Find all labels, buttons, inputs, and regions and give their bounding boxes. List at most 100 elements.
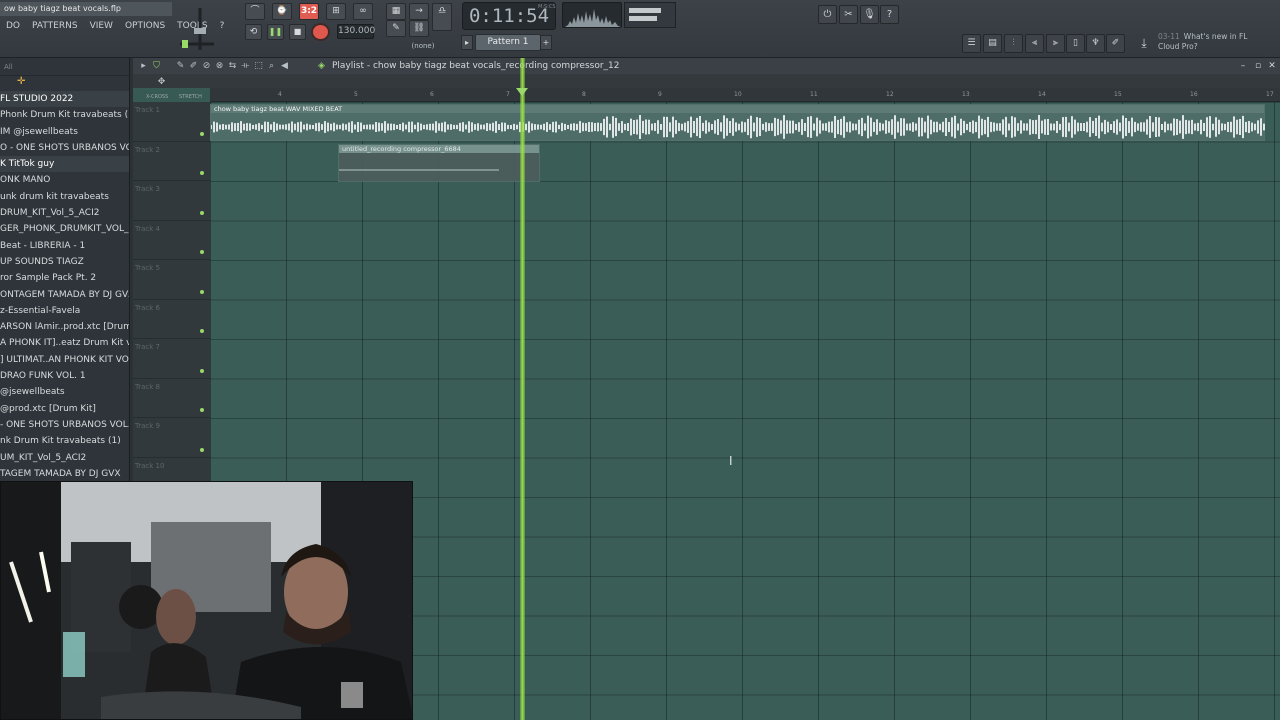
slip-icon[interactable]: ⇆ <box>226 59 239 73</box>
track-header[interactable]: Track 9 <box>133 418 210 458</box>
metronome-icon[interactable]: ⌒ <box>245 3 265 20</box>
pencil-icon[interactable]: ✎ <box>174 59 187 73</box>
pattern-selector[interactable]: Pattern 1 <box>475 34 541 51</box>
track-mute-led[interactable] <box>200 171 204 175</box>
browser-item[interactable]: DRUM_KIT_Vol_5_ACI2 <box>0 205 129 221</box>
select-icon[interactable]: ⬚ <box>252 59 265 73</box>
channel-rack-icon[interactable]: ▤ <box>983 34 1002 53</box>
browser-item[interactable]: IM @jsewellbeats <box>0 124 129 140</box>
browser-item[interactable]: unk drum kit travabeats <box>0 189 129 205</box>
countdown-icon[interactable]: ⌚ <box>272 3 292 20</box>
browser-item[interactable]: O - ONE SHOTS URBANOS VOL. 2 <box>0 140 129 156</box>
track-header[interactable]: Track 8 <box>133 379 210 418</box>
none-selector[interactable]: (none) <box>408 40 438 52</box>
tempo-display[interactable]: 130.000 <box>337 24 375 39</box>
zoom-icon[interactable]: ⌕ <box>265 59 278 73</box>
download-icon[interactable]: ⤓ <box>1135 34 1153 52</box>
mute-icon[interactable]: ⊗ <box>213 59 226 73</box>
paint-icon[interactable]: ✐ <box>187 59 200 73</box>
track-mute-led[interactable] <box>200 447 204 452</box>
track-mute-led[interactable] <box>200 210 204 215</box>
slice-icon[interactable]: ⟛ <box>239 59 252 73</box>
browser-item[interactable]: A PHONK IT]..eatz Drum Kit vol 1 <box>0 335 129 351</box>
playhead[interactable] <box>520 58 525 720</box>
mixer-icon[interactable]: ⫶ <box>1004 34 1023 53</box>
track-header[interactable]: Track 4 <box>133 221 210 260</box>
browser-item[interactable]: UM_KIT_Vol_5_ACI2 <box>0 450 129 466</box>
arrow-right-icon[interactable]: → <box>409 3 429 20</box>
loop-icon[interactable]: ⟲ <box>245 24 262 40</box>
browser-icon[interactable]: ⫸ <box>1046 34 1065 53</box>
track-header[interactable]: Track 3 <box>133 181 210 221</box>
pause-button[interactable]: ❚❚ <box>267 24 284 40</box>
track-header[interactable]: Track 6 <box>133 300 210 339</box>
link-icon[interactable]: ⛓ <box>409 20 429 37</box>
plugin-icon[interactable]: ▯ <box>1066 34 1085 53</box>
timeline-ruler[interactable]: 4 5 6 7 8 9 10 11 12 13 14 15 16 17 <box>210 88 1280 102</box>
crossfade-label[interactable]: X-CROSS <box>146 94 168 100</box>
wrench-icon[interactable]: ✐ <box>1106 34 1125 53</box>
menu-item-view[interactable]: VIEW <box>84 18 119 34</box>
browser-item[interactable]: ARSON lAmir..prod.xtc [Drum Kit] <box>0 319 129 335</box>
loop-record-icon[interactable]: ∞ <box>353 3 373 20</box>
browser-item[interactable]: @jsewellbeats <box>0 384 129 400</box>
magnet-icon[interactable]: ⛉ <box>150 59 163 73</box>
track-mute-led[interactable] <box>200 408 204 412</box>
arrows-icon[interactable]: ✥ <box>155 75 168 89</box>
browser-item[interactable]: nk Drum Kit travabeats (1) <box>0 433 129 449</box>
maximize-icon[interactable]: ▫ <box>1252 58 1264 74</box>
audio-clip-vocals[interactable]: untitled_recording compressor_6684 <box>338 144 540 182</box>
browser-item[interactable]: K TitTok guy <box>0 156 129 173</box>
plug-icon[interactable]: ♆ <box>1086 34 1105 53</box>
browser-item[interactable]: TAGEM TAMADA BY DJ GVX <box>0 466 129 482</box>
piano-roll-icon[interactable]: ⫷ <box>1025 34 1044 53</box>
menu-item-file[interactable]: DO <box>0 18 26 34</box>
help-icon[interactable]: ? <box>880 5 899 24</box>
browser-item[interactable]: DRAO FUNK VOL. 1 <box>0 368 129 384</box>
pattern-add-button[interactable]: + <box>540 35 552 50</box>
browser-item[interactable]: - ONE SHOTS URBANOS VOL. 2 <box>0 417 129 433</box>
browser-filter[interactable]: All <box>0 58 129 76</box>
piano-icon[interactable]: ▦ <box>386 3 406 20</box>
minimize-icon[interactable]: – <box>1237 58 1249 74</box>
mic-icon[interactable]: 🎙 <box>860 5 879 24</box>
delete-icon[interactable]: ⊘ <box>200 59 213 73</box>
browser-item[interactable]: Phonk Drum Kit travabeats (1) <box>0 107 129 123</box>
browser-item[interactable]: Beat - LIBRERIA - 1 <box>0 238 129 254</box>
menu-item-options[interactable]: OPTIONS <box>119 18 171 34</box>
playlist-icon[interactable]: ☰ <box>962 34 981 53</box>
browser-item[interactable]: FL STUDIO 2022 <box>0 91 129 108</box>
power-icon[interactable]: ⏻ <box>818 5 837 24</box>
stop-button[interactable]: ■ <box>289 24 306 40</box>
track-header[interactable]: Track 7 <box>133 339 210 379</box>
playhead-marker[interactable] <box>516 88 528 96</box>
audio-clip-beat[interactable]: chow baby tiagz beat WAV MIXED BEAT <box>210 104 1265 141</box>
track-mute-led[interactable] <box>200 131 204 136</box>
browser-item[interactable]: ONK MANO <box>0 172 129 188</box>
master-sliders[interactable] <box>176 4 216 54</box>
track-header[interactable]: Track 1 <box>133 102 210 142</box>
close-icon[interactable]: ✕ <box>1266 58 1278 74</box>
pattern-prev-button[interactable]: ▸ <box>461 35 473 50</box>
menu-item-patterns[interactable]: PATTERNS <box>26 18 84 34</box>
track-header[interactable]: Track 2 <box>133 142 210 181</box>
news-panel[interactable]: 03-11 What's new in FL Cloud Pro? <box>1158 32 1258 54</box>
browser-item[interactable]: z-Essential-Favela <box>0 303 129 319</box>
stretch-label[interactable]: STRETCH <box>179 94 202 100</box>
browser-item[interactable]: UP SOUNDS TIAGZ <box>0 254 129 270</box>
snap-button[interactable]: 3:2 <box>299 3 319 20</box>
track-mute-led[interactable] <box>200 368 204 373</box>
playlist-menu-icon[interactable]: ▸ <box>137 59 150 73</box>
browser-item[interactable]: GER_PHONK_DRUMKIT_VOL_3 <box>0 221 129 237</box>
add-folder-icon[interactable]: ✛ <box>17 76 25 87</box>
bell-icon[interactable]: ♎ <box>432 3 452 31</box>
step-edit-icon[interactable]: ⊞ <box>326 3 346 20</box>
speaker-icon[interactable]: ◀ <box>278 59 291 73</box>
track-header[interactable]: Track 5 <box>133 260 210 300</box>
pencil-icon[interactable]: ✎ <box>386 20 406 37</box>
browser-item[interactable]: ONTAGEM TAMADA BY DJ GVX <box>0 287 129 303</box>
browser-item[interactable]: ] ULTIMAT..AN PHONK KIT VOL. 3 <box>0 352 129 368</box>
cut-icon[interactable]: ✂ <box>839 5 858 24</box>
record-button[interactable] <box>311 23 330 41</box>
browser-item[interactable]: @prod.xtc [Drum Kit] <box>0 401 129 417</box>
